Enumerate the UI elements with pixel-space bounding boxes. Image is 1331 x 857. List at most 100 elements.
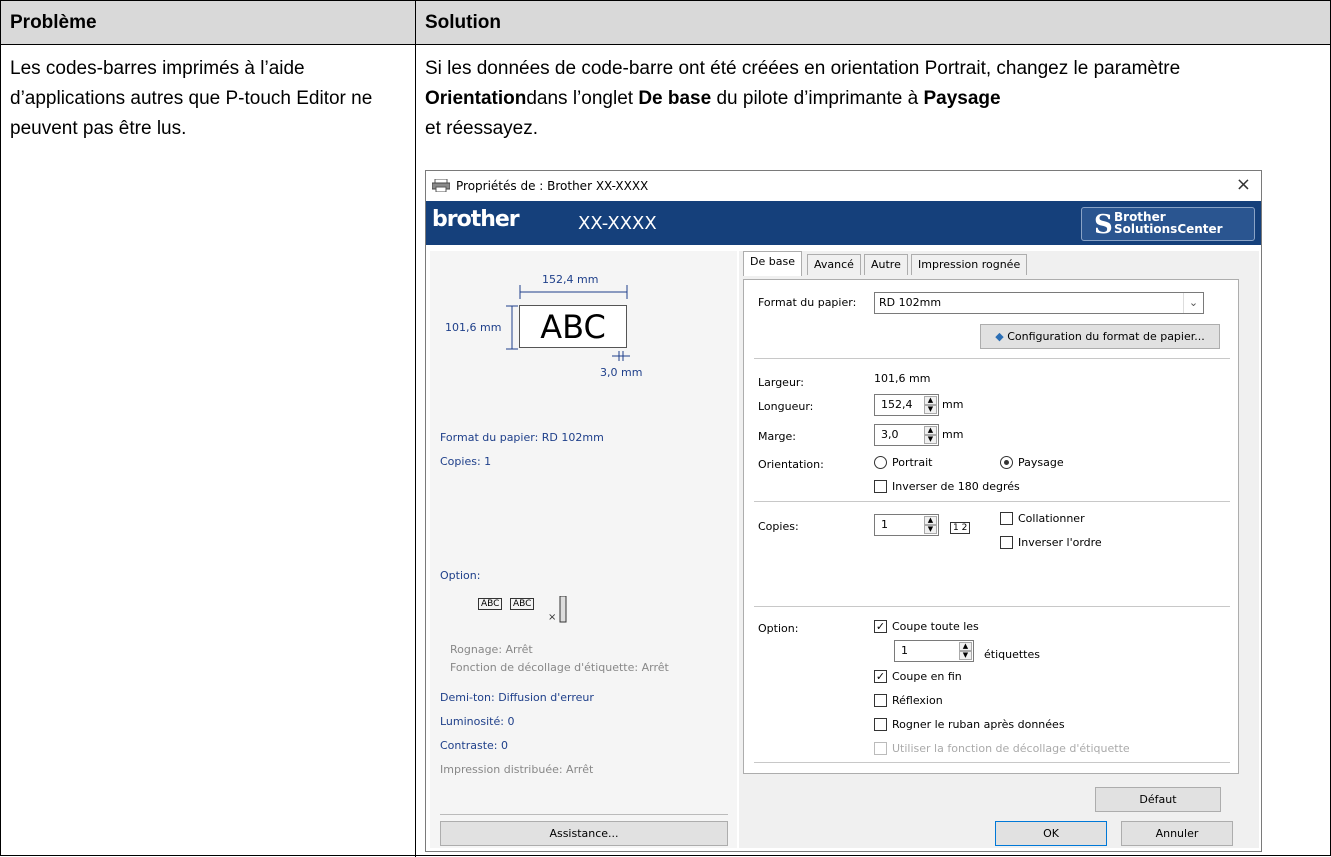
solutions-center-icon: S — [1094, 210, 1113, 240]
shield-icon: ◆ — [995, 330, 1004, 343]
paper-format-select[interactable]: RD 102mm ⌄ — [874, 292, 1204, 314]
tab-advanced[interactable]: Avancé — [807, 254, 861, 275]
use-peel-label: Utiliser la fonction de décollage d'étiq… — [892, 742, 1130, 755]
label-preview-text: ABC — [540, 308, 606, 346]
labels-unit: étiquettes — [984, 648, 1040, 661]
length-unit: mm — [942, 398, 964, 411]
length-stepper[interactable]: 152,4 ▲ ▼ — [874, 394, 939, 416]
cut-at-end-checkbox[interactable]: ✓ — [874, 670, 887, 683]
basic-tab-page: Format du papier: RD 102mm ⌄ ◆ Configura… — [743, 279, 1239, 774]
separator-2 — [754, 501, 1230, 502]
margin-stepper[interactable]: 3,0 ▲ ▼ — [874, 424, 939, 446]
problem-solution-table: Problème Solution Les codes-barres impri… — [0, 0, 1331, 857]
cut-every-stepper-arrows[interactable]: ▲ ▼ — [959, 642, 972, 660]
cut-every-checkbox[interactable]: ✓ — [874, 620, 887, 633]
ok-button[interactable]: OK — [995, 821, 1107, 846]
solution-part3: du pilote d’imprimante à — [711, 88, 924, 109]
trim-tape-checkbox[interactable] — [874, 718, 887, 731]
tab-basic[interactable]: De base — [743, 251, 802, 276]
copies-stepper[interactable]: 1 ▲ ▼ — [874, 514, 939, 536]
collate-label: Collationner — [1018, 512, 1085, 525]
use-peel-checkbox[interactable] — [874, 742, 887, 755]
mirror-checkbox[interactable] — [874, 694, 887, 707]
orientation-label: Orientation: — [758, 458, 824, 471]
width-dimension-arrow — [519, 285, 628, 299]
summary-paper-format: Format du papier: RD 102mm — [440, 431, 604, 444]
length-stepper-arrows[interactable]: ▲ ▼ — [924, 396, 937, 414]
copies-stepper-arrows[interactable]: ▲ ▼ — [924, 516, 937, 534]
rotate180-checkbox[interactable] — [874, 480, 887, 493]
separator-1 — [754, 358, 1230, 359]
table-header-row: Problème Solution — [1, 1, 1330, 45]
margin-value: 3,0 — [881, 428, 899, 441]
chevron-down-icon: ⌄ — [1183, 293, 1203, 313]
rotate180-label: Inverser de 180 degrés — [892, 480, 1020, 493]
margin-stepper-arrows[interactable]: ▲ ▼ — [924, 426, 937, 444]
paper-format-config-label: Configuration du format de papier... — [1007, 330, 1205, 343]
option-label: Option: — [758, 622, 799, 635]
summary-trim: Rognage: Arrêt — [450, 643, 533, 656]
collate-icon: 1 2 — [950, 522, 971, 534]
reverse-order-checkbox[interactable] — [1000, 536, 1013, 549]
cut-at-end-label: Coupe en fin — [892, 670, 962, 683]
landscape-radio[interactable] — [1000, 456, 1013, 469]
copies-label: Copies: — [758, 520, 799, 533]
settings-summary-panel: 152,4 mm 101,6 mm ABC 3,0 mm Format du p… — [430, 251, 737, 848]
label-preview: ABC — [519, 305, 627, 348]
model-name: XX-XXXX — [578, 213, 657, 234]
cancel-button[interactable]: Annuler — [1121, 821, 1233, 846]
paper-format-label: Format du papier: — [758, 296, 857, 309]
solution-bold-orientation: Orientation — [425, 88, 527, 109]
margin-dimension-marker — [612, 351, 630, 361]
summary-option-label: Option: — [440, 569, 481, 582]
tab-trim-printing[interactable]: Impression rognée — [911, 254, 1028, 275]
solutions-center-label-line2: SolutionsCenter — [1114, 222, 1223, 236]
solution-part2: dans l’onglet — [526, 88, 639, 109]
summary-brightness: Luminosité: 0 — [440, 715, 515, 728]
problem-text: Les codes-barres imprimés à l’aide d’app… — [10, 58, 373, 139]
dialog-title: Propriétés de : Brother XX-XXXX — [456, 179, 649, 193]
printer-properties-dialog: Propriétés de : Brother XX-XXXX × brothe… — [425, 170, 1262, 852]
summary-distributed: Impression distribuée: Arrêt — [440, 763, 594, 776]
trim-tape-label: Rogner le ruban après données — [892, 718, 1065, 731]
length-label: Longueur: — [758, 400, 814, 413]
cut-every-value: 1 — [901, 644, 908, 657]
assistance-button[interactable]: Assistance... — [440, 821, 728, 846]
tab-other[interactable]: Autre — [864, 254, 908, 275]
solution-bold-tab: De base — [638, 88, 712, 109]
cut-option-illustration: ABC ABC × — [478, 596, 598, 624]
summary-halftone: Demi-ton: Diffusion d'erreur — [440, 691, 594, 704]
landscape-label: Paysage — [1018, 456, 1064, 469]
preview-height-label: 101,6 mm — [445, 321, 502, 334]
paper-format-config-button[interactable]: ◆ Configuration du format de papier... — [980, 324, 1220, 349]
default-button[interactable]: Défaut — [1095, 787, 1221, 812]
separator-4 — [754, 762, 1230, 763]
height-dimension-arrow — [506, 305, 518, 350]
summary-contrast: Contraste: 0 — [440, 739, 508, 752]
settings-panel: De base Avancé Autre Impression rognée F… — [739, 251, 1259, 848]
printer-icon — [432, 179, 450, 192]
cut-illustration-label-2: ABC — [510, 598, 535, 610]
paper-format-value: RD 102mm — [879, 296, 942, 309]
cut-every-stepper[interactable]: 1 ▲ ▼ — [894, 640, 974, 662]
brother-logo: brother — [432, 207, 520, 232]
portrait-radio[interactable] — [874, 456, 887, 469]
cut-illustration-label-1: ABC — [478, 598, 503, 610]
margin-label: Marge: — [758, 430, 797, 443]
cut-every-label: Coupe toute les — [892, 620, 979, 633]
summary-peel: Fonction de décollage d'étiquette: Arrêt — [450, 661, 669, 674]
length-value: 152,4 — [881, 398, 913, 411]
close-icon[interactable]: × — [1236, 175, 1251, 195]
portrait-label: Portrait — [892, 456, 933, 469]
preview-margin-label: 3,0 mm — [600, 366, 643, 379]
scissors-icon: × — [548, 596, 567, 623]
margin-unit: mm — [942, 428, 964, 441]
collate-checkbox[interactable] — [1000, 512, 1013, 525]
width-value: 101,6 mm — [874, 372, 931, 385]
svg-text:×: × — [548, 612, 556, 623]
solutions-center-button[interactable]: S Brother SolutionsCenter — [1081, 207, 1255, 241]
header-problem: Problème — [10, 12, 97, 33]
brother-banner: brother XX-XXXX S Brother SolutionsCente… — [426, 201, 1261, 245]
width-label: Largeur: — [758, 376, 804, 389]
column-divider — [415, 45, 416, 857]
